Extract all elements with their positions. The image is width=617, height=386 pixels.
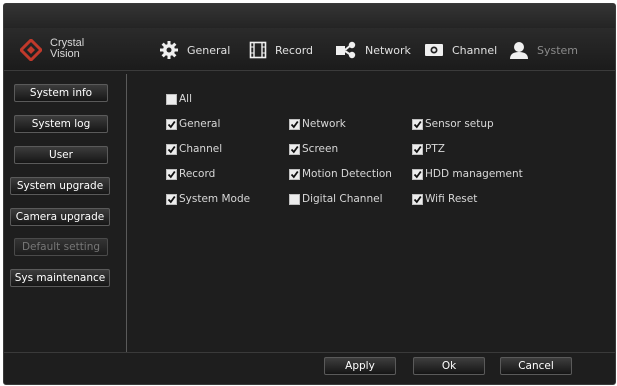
checkbox-label: All bbox=[179, 93, 193, 105]
tab-general[interactable]: General bbox=[159, 38, 230, 62]
apply-button[interactable]: Apply bbox=[324, 357, 396, 375]
checkbox-box bbox=[289, 143, 300, 155]
checkmark-icon bbox=[167, 145, 176, 153]
checkbox-label: Channel bbox=[179, 143, 223, 155]
tab-network[interactable]: Network bbox=[335, 38, 411, 62]
checkbox-box bbox=[166, 93, 177, 105]
checkmark-icon bbox=[413, 195, 422, 203]
checkmark-icon bbox=[413, 120, 422, 128]
checkbox-label: PTZ bbox=[425, 143, 445, 155]
sidebar-item-system-upgrade[interactable]: System upgrade bbox=[10, 177, 110, 195]
sidebar-item-camera-upgrade[interactable]: Camera upgrade bbox=[10, 208, 110, 226]
checkbox-box bbox=[166, 193, 177, 205]
checkbox-box bbox=[412, 118, 423, 130]
sidebar-item-system-info[interactable]: System info bbox=[14, 84, 108, 102]
sidebar-item-user[interactable]: User bbox=[14, 146, 108, 164]
checkbox-motion-detection[interactable]: Motion Detection bbox=[289, 168, 392, 180]
checkbox-record[interactable]: Record bbox=[166, 168, 215, 180]
checkbox-label: Motion Detection bbox=[302, 168, 392, 180]
film-icon bbox=[249, 41, 267, 59]
checkbox-hdd-management[interactable]: HDD management bbox=[412, 168, 523, 180]
checkbox-network[interactable]: Network bbox=[289, 118, 346, 130]
checkbox-channel[interactable]: Channel bbox=[166, 143, 222, 155]
tab-system-label: System bbox=[537, 43, 579, 57]
checkbox-label: Network bbox=[302, 118, 346, 130]
logo: Crystal Vision bbox=[20, 38, 90, 62]
checkbox-box bbox=[289, 193, 300, 205]
ok-button[interactable]: Ok bbox=[413, 357, 485, 375]
diamond-logo-icon bbox=[20, 39, 42, 61]
gear-icon bbox=[160, 41, 178, 59]
checkbox-box bbox=[412, 168, 423, 180]
checkbox-label: System Mode bbox=[179, 193, 251, 205]
checkbox-box bbox=[166, 143, 177, 155]
tab-record[interactable]: Record bbox=[249, 38, 313, 62]
checkmark-icon bbox=[167, 120, 176, 128]
tab-system[interactable]: System bbox=[509, 38, 578, 62]
checkmark-icon bbox=[290, 145, 299, 153]
checkbox-ptz[interactable]: PTZ bbox=[412, 143, 445, 155]
checkbox-general[interactable]: General bbox=[166, 118, 220, 130]
checkbox-label: Screen bbox=[302, 143, 339, 155]
top-menu-bar: Crystal Vision General Record Network Ch… bbox=[4, 28, 615, 71]
user-icon bbox=[510, 42, 528, 59]
checkbox-box bbox=[289, 118, 300, 130]
checkbox-digital-channel[interactable]: Digital Channel bbox=[289, 193, 383, 205]
checkbox-box bbox=[412, 193, 423, 205]
checkmark-icon bbox=[167, 195, 176, 203]
tab-channel[interactable]: Channel bbox=[424, 38, 497, 62]
network-icon bbox=[336, 41, 356, 59]
tab-channel-label: Channel bbox=[452, 43, 498, 57]
title-strip bbox=[4, 4, 615, 28]
checkmark-icon bbox=[413, 145, 422, 153]
checkbox-box bbox=[166, 118, 177, 130]
checkbox-box bbox=[289, 168, 300, 180]
checkmark-icon bbox=[167, 170, 176, 178]
checkbox-label: Wifi Reset bbox=[425, 193, 478, 205]
sidebar-item-system-log[interactable]: System log bbox=[14, 115, 108, 133]
checkbox-wifi-reset[interactable]: Wifi Reset bbox=[412, 193, 477, 205]
footer-divider bbox=[4, 352, 615, 353]
checkbox-label: Digital Channel bbox=[302, 193, 383, 205]
tab-record-label: Record bbox=[275, 43, 314, 57]
checkbox-box bbox=[412, 143, 423, 155]
checkbox-label: Sensor setup bbox=[425, 118, 494, 130]
cancel-button[interactable]: Cancel bbox=[500, 357, 572, 375]
brand-name: Crystal Vision bbox=[50, 38, 90, 60]
camera-icon bbox=[425, 44, 443, 56]
sidebar-item-sys-maintenance[interactable]: Sys maintenance bbox=[10, 269, 110, 287]
checkbox-screen[interactable]: Screen bbox=[289, 143, 338, 155]
brand-line-2: Vision bbox=[50, 48, 80, 60]
tab-general-label: General bbox=[187, 43, 231, 57]
sidebar-item-default-setting[interactable]: Default setting bbox=[14, 238, 108, 256]
checkmark-icon bbox=[413, 170, 422, 178]
checkbox-label: General bbox=[179, 118, 221, 130]
checkbox-box bbox=[166, 168, 177, 180]
tab-network-label: Network bbox=[365, 43, 411, 57]
settings-window: Crystal Vision General Record Network Ch… bbox=[3, 3, 616, 385]
checkmark-icon bbox=[290, 120, 299, 128]
checkbox-all[interactable]: All bbox=[166, 93, 192, 105]
checkbox-sensor-setup[interactable]: Sensor setup bbox=[412, 118, 494, 130]
vertical-divider bbox=[126, 74, 127, 352]
checkbox-label: Record bbox=[179, 168, 216, 180]
checkmark-icon bbox=[290, 170, 299, 178]
checkbox-label: HDD management bbox=[425, 168, 523, 180]
checkbox-system-mode[interactable]: System Mode bbox=[166, 193, 250, 205]
